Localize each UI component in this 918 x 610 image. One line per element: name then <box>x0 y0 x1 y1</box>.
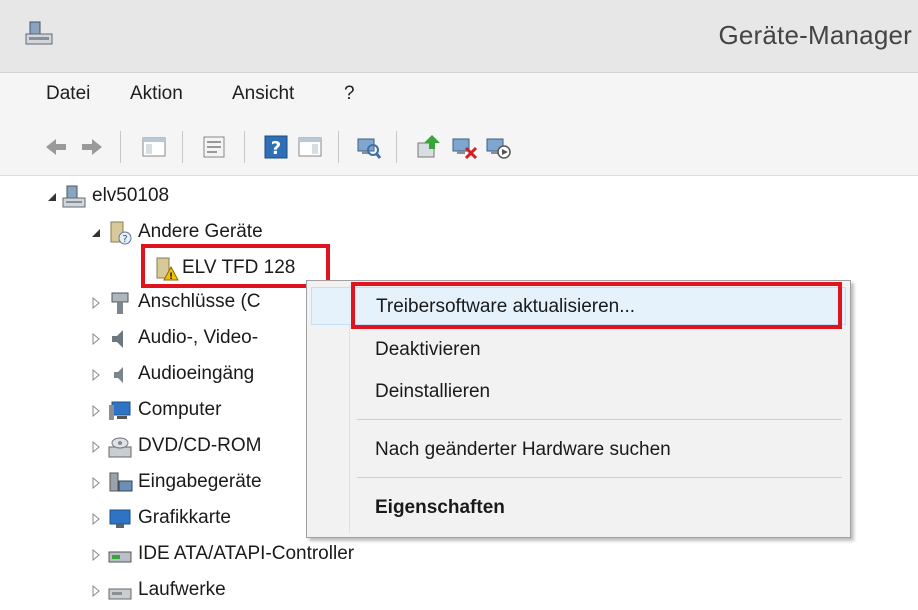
menu-bar: Datei Aktion Ansicht ? <box>0 73 918 117</box>
menu-item-label: Nach geänderter Hardware suchen <box>375 439 671 460</box>
scan-hardware-icon[interactable] <box>354 133 382 161</box>
unknown-device-icon: ? <box>110 221 132 245</box>
menu-item-properties[interactable]: Eigenschaften <box>311 489 846 527</box>
show-hide-console-tree-icon[interactable] <box>140 133 168 161</box>
menu-item-label: Eigenschaften <box>375 497 505 518</box>
audio-input-icon <box>114 367 123 383</box>
tree-node-category[interactable]: Eingabegeräte <box>84 466 314 502</box>
tree-node-category[interactable]: DVD/CD-ROM <box>84 430 314 466</box>
tree-label: Grafikkarte <box>138 507 231 528</box>
expand-triangle-icon[interactable] <box>90 513 102 525</box>
action-pane-icon[interactable] <box>296 133 324 161</box>
forward-arrow-icon[interactable] <box>78 133 106 161</box>
menu-aktion[interactable]: Aktion <box>126 81 187 107</box>
window-title: Geräte-Manager <box>718 20 912 50</box>
back-arrow-icon[interactable] <box>42 133 70 161</box>
tree-label: IDE ATA/ATAPI-Controller <box>138 543 355 564</box>
expand-triangle-icon[interactable] <box>90 333 102 345</box>
menu-separator <box>357 419 842 420</box>
menu-item-label: Deaktivieren <box>375 339 481 360</box>
menu-datei[interactable]: Datei <box>42 81 94 107</box>
svg-text:?: ? <box>271 138 281 159</box>
tree-label: DVD/CD-ROM <box>138 435 262 456</box>
port-connector-icon <box>111 292 129 314</box>
tree-node-category[interactable]: Audioeingäng <box>84 358 314 394</box>
tree-node-root[interactable]: elv50108 <box>40 180 340 216</box>
tree-node-category[interactable]: Anschlüsse (C <box>84 286 314 322</box>
tree-label: Laufwerke <box>138 579 226 600</box>
tree-node-category[interactable]: Audio-, Video- <box>84 322 314 358</box>
update-driver-icon[interactable] <box>414 133 442 161</box>
expand-triangle-icon[interactable] <box>90 441 102 453</box>
highlight-box-menu-item <box>351 282 842 329</box>
tree-label: elv50108 <box>92 185 170 206</box>
disable-device-icon[interactable] <box>484 133 512 161</box>
tree-label: Andere Geräte <box>138 221 263 242</box>
toolbar-separator <box>338 131 339 163</box>
expand-triangle-icon[interactable] <box>90 405 102 417</box>
expand-triangle-icon[interactable] <box>90 477 102 489</box>
disk-drive-icon <box>108 588 132 600</box>
help-icon[interactable]: ? <box>262 133 290 161</box>
tree-node-category[interactable]: Grafikkarte <box>84 502 314 538</box>
menu-item-disable[interactable]: Deaktivieren <box>311 331 846 369</box>
toolbar-separator <box>396 131 397 163</box>
dvd-drive-icon <box>108 437 132 458</box>
toolbar-separator <box>120 131 121 163</box>
display-adapter-icon <box>109 509 131 528</box>
menu-item-label: Deinstallieren <box>375 381 491 402</box>
tree-label: Audioeingäng <box>138 363 255 384</box>
toolbar: ? <box>0 117 918 176</box>
toolbar-separator <box>244 131 245 163</box>
tree-node-category[interactable]: IDE ATA/ATAPI-Controller <box>84 538 484 574</box>
menu-separator <box>357 477 842 478</box>
svg-text:?: ? <box>122 234 127 245</box>
uninstall-device-icon[interactable] <box>450 133 478 161</box>
ide-controller-icon <box>108 551 132 563</box>
expand-triangle-icon[interactable] <box>90 297 102 309</box>
input-device-icon <box>109 472 133 492</box>
expand-triangle-icon[interactable] <box>90 369 102 381</box>
tree-node-category[interactable]: Computer <box>84 394 314 430</box>
menu-help[interactable]: ? <box>340 81 359 107</box>
properties-icon[interactable] <box>200 133 228 161</box>
computer-tower-icon <box>62 185 86 208</box>
tree-label: Anschlüsse (C <box>138 291 261 312</box>
menu-item-scan-hardware[interactable]: Nach geänderter Hardware suchen <box>311 431 846 469</box>
computer-icon <box>109 401 131 420</box>
title-bar: Geräte-Manager <box>0 0 918 73</box>
collapse-triangle-icon[interactable] <box>90 227 102 239</box>
tree-label: Eingabegeräte <box>138 471 262 492</box>
highlight-box-device <box>141 244 330 288</box>
speaker-icon <box>112 330 123 348</box>
tree-label: Audio-, Video- <box>138 327 259 348</box>
device-manager-icon <box>25 21 53 45</box>
expand-triangle-icon[interactable] <box>90 585 102 597</box>
menu-ansicht[interactable]: Ansicht <box>228 81 298 107</box>
expand-triangle-icon[interactable] <box>90 549 102 561</box>
tree-label: Computer <box>138 399 222 420</box>
collapse-triangle-icon[interactable] <box>46 191 58 203</box>
context-menu: Treibersoftware aktualisieren... Deaktiv… <box>306 280 851 538</box>
toolbar-separator <box>182 131 183 163</box>
menu-item-uninstall[interactable]: Deinstallieren <box>311 373 846 411</box>
